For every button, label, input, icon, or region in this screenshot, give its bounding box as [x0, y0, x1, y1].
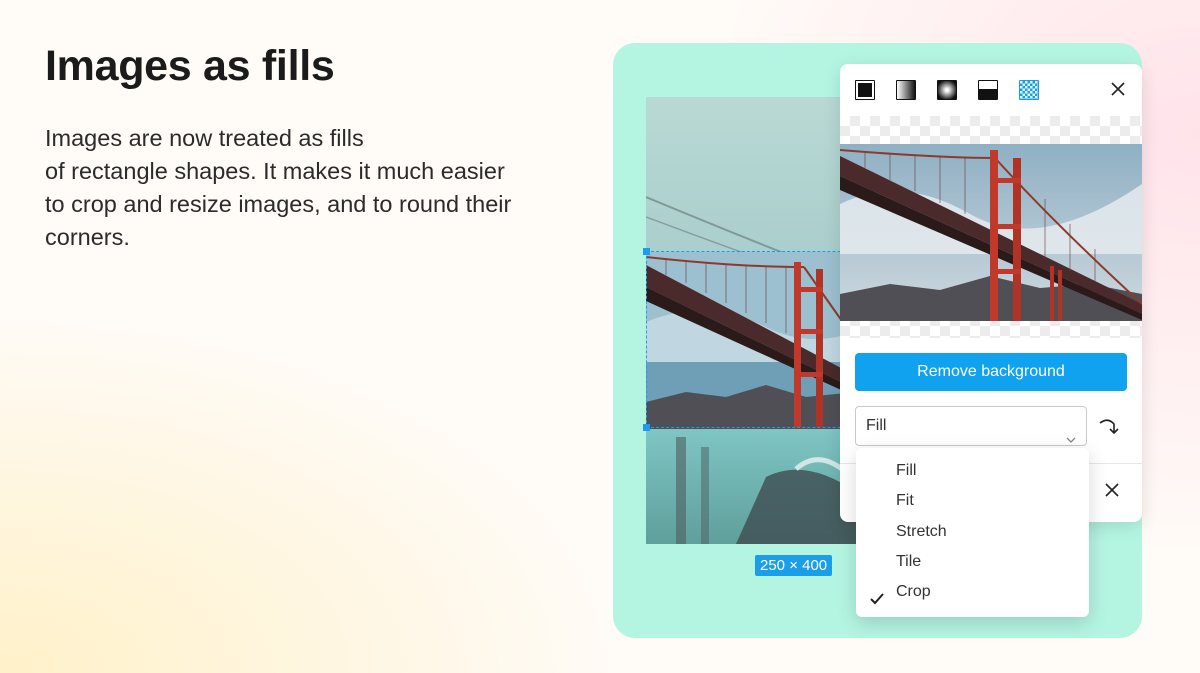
dropdown-option-stretch[interactable]: Stretch — [856, 517, 1089, 547]
rotate-icon[interactable] — [1097, 415, 1119, 437]
remove-background-button[interactable]: Remove background — [855, 353, 1127, 391]
close-icon[interactable] — [1108, 79, 1128, 99]
scale-mode-value: Fill — [866, 417, 887, 434]
radial-gradient-icon[interactable] — [937, 80, 957, 100]
dropdown-option-tile[interactable]: Tile — [856, 547, 1089, 577]
dropdown-option-fit[interactable]: Fit — [856, 486, 1089, 516]
size-badge: 250 × 400 — [755, 555, 833, 576]
description-line: corners. — [45, 224, 130, 250]
option-label: Tile — [896, 552, 922, 570]
description-line: of rectangle shapes. It makes it much ea… — [45, 158, 505, 184]
checkmark-icon — [870, 586, 884, 616]
selection-handle[interactable] — [643, 248, 650, 255]
image-preview — [840, 116, 1142, 338]
option-label: Stretch — [896, 522, 947, 540]
pattern-fill-icon[interactable] — [1019, 80, 1039, 100]
headline: Images as fills — [45, 42, 335, 90]
image-fill-icon[interactable] — [978, 80, 998, 100]
linear-gradient-icon[interactable] — [896, 80, 916, 100]
solid-fill-icon[interactable] — [855, 80, 875, 100]
description-line: to crop and resize images, and to round … — [45, 191, 512, 217]
selection-handle[interactable] — [643, 424, 650, 431]
scale-mode-select[interactable]: Fill — [855, 406, 1087, 446]
option-label: Fill — [896, 462, 917, 479]
option-label: Fit — [896, 492, 914, 510]
dropdown-option-fill[interactable]: Fill — [856, 456, 1089, 486]
preview-image — [840, 144, 1142, 321]
description: Images are now treated as fills of recta… — [45, 122, 565, 254]
dropdown-option-crop[interactable]: Crop — [856, 577, 1089, 607]
fill-type-toolbar — [855, 80, 1039, 100]
option-label: Crop — [896, 583, 931, 601]
description-line: Images are now treated as fills — [45, 125, 364, 151]
scale-mode-dropdown: Fill Fit Stretch Tile Crop — [856, 448, 1089, 617]
close-icon[interactable] — [1102, 480, 1122, 500]
